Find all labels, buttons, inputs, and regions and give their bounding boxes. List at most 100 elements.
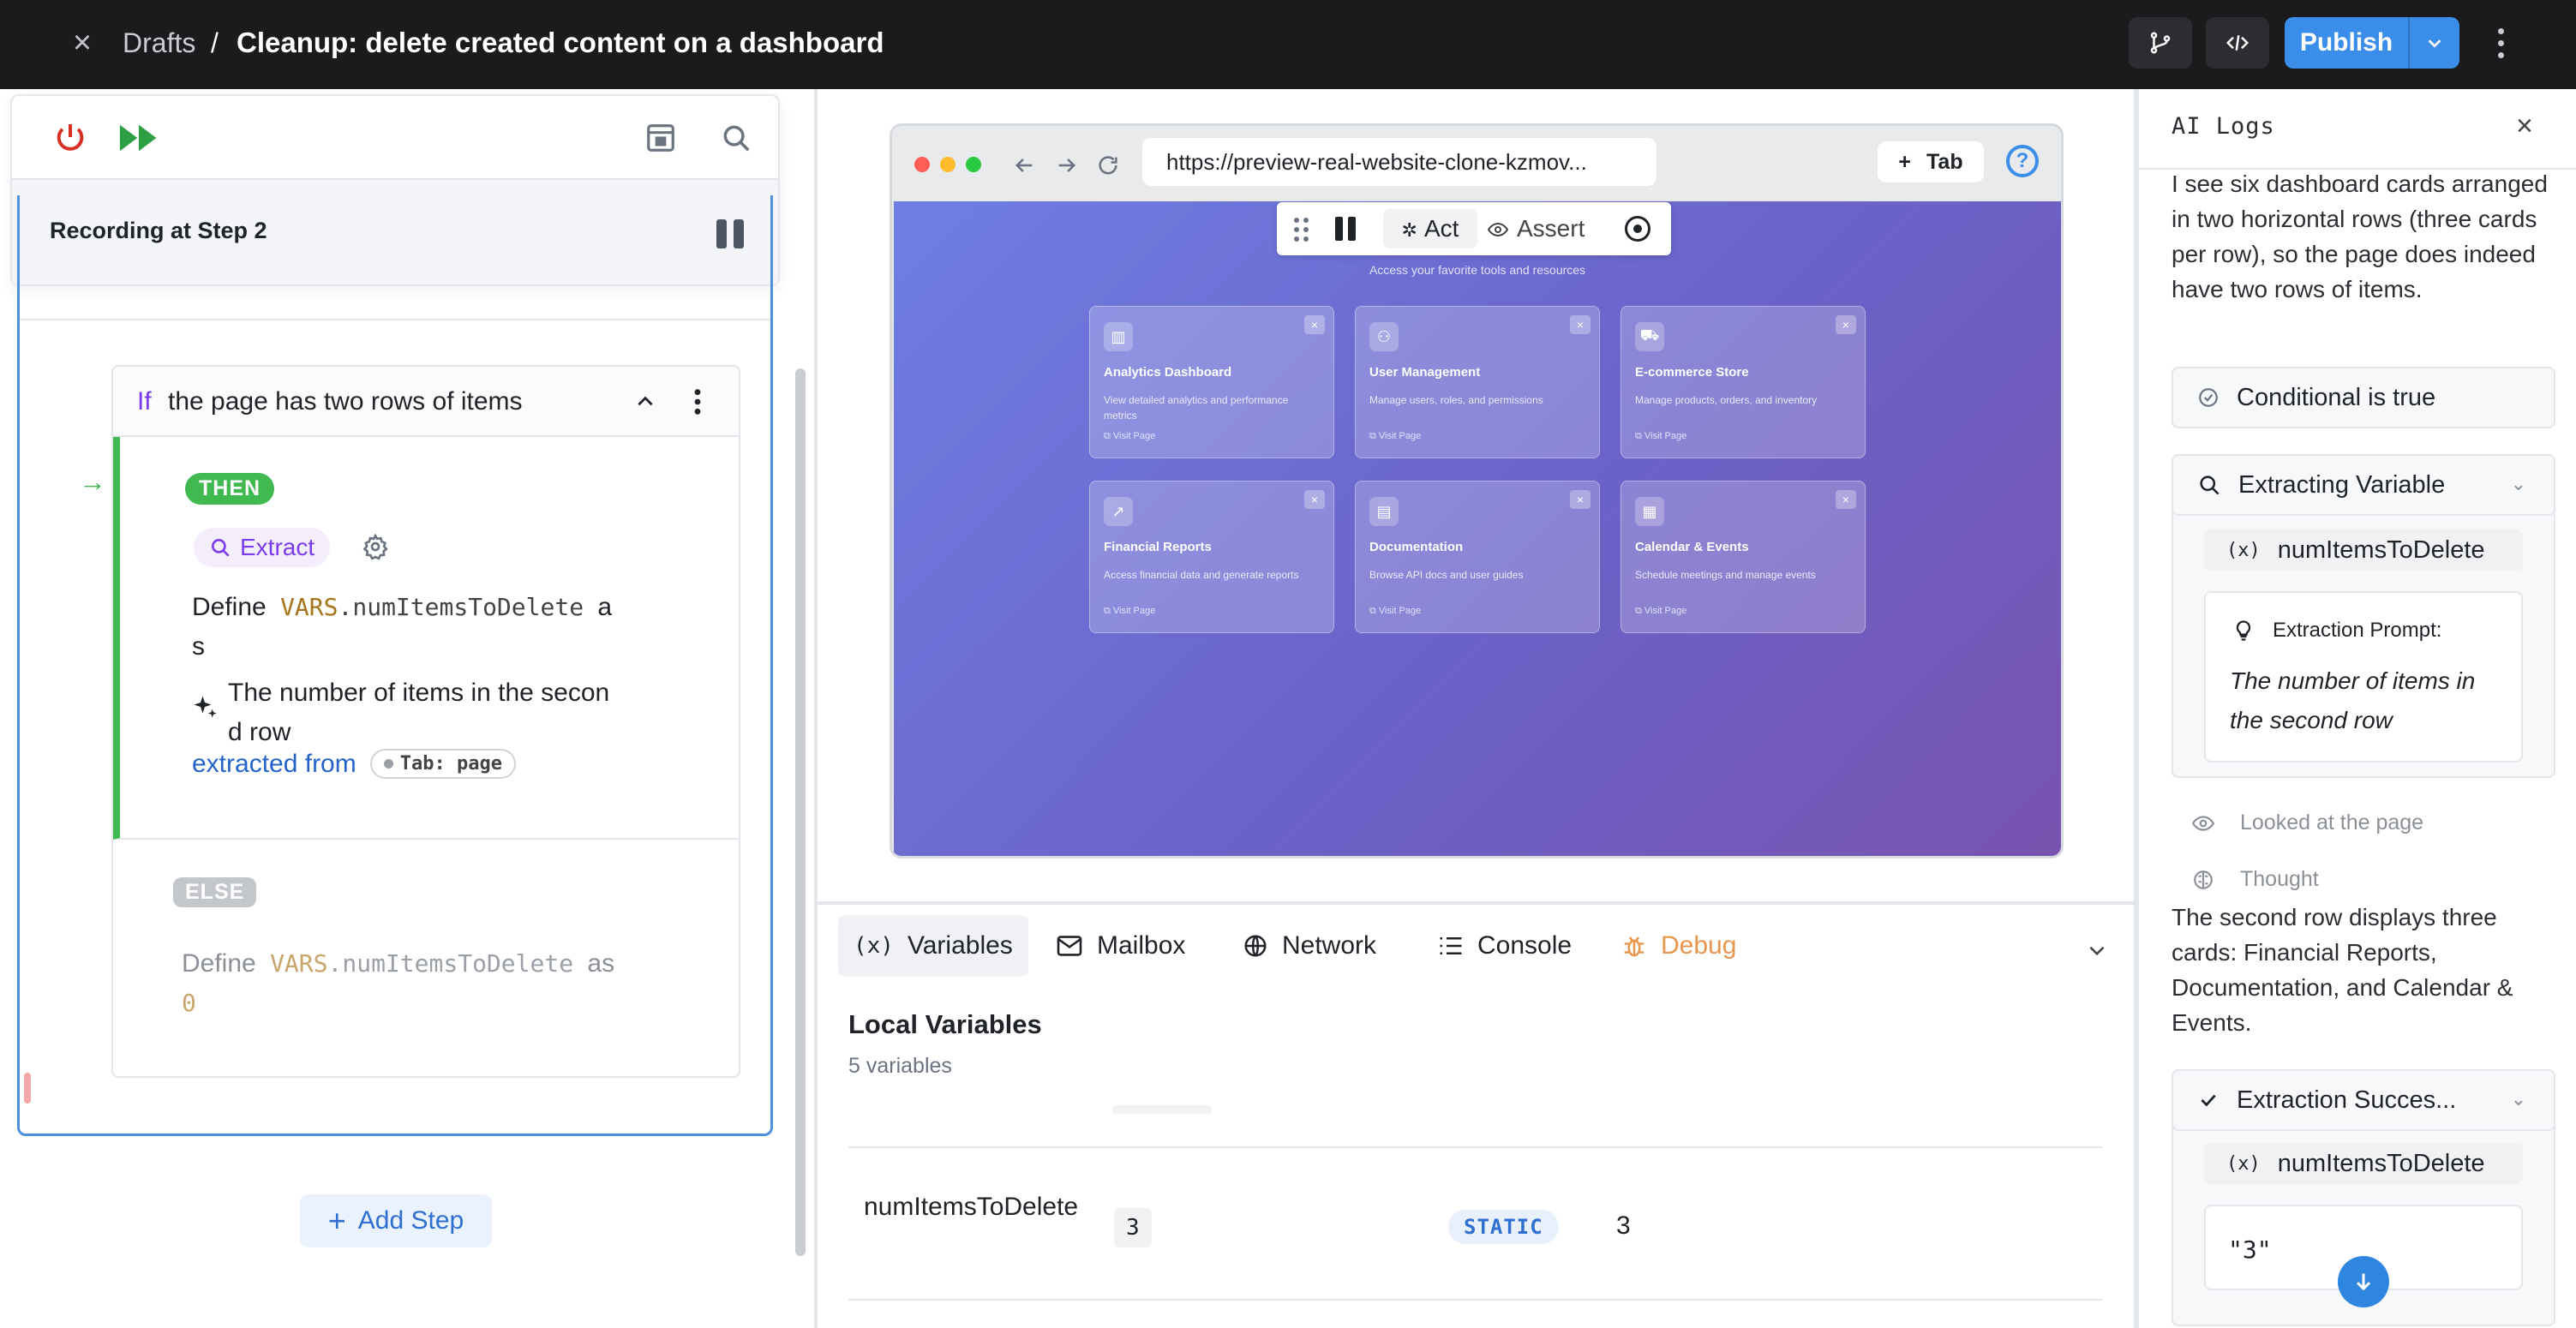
pause-icon[interactable] [1335, 217, 1356, 241]
ai-log-extracting[interactable]: Extracting Variable ⌄ [2172, 454, 2555, 516]
card-visit-link[interactable]: ⧉ Visit Page [1635, 606, 1686, 617]
window-maximize-dot[interactable] [966, 157, 981, 172]
new-tab-button[interactable]: + Tab [1878, 141, 1984, 182]
left-scrollbar[interactable] [795, 368, 806, 1256]
chevron-up-icon[interactable] [634, 391, 656, 413]
more-vertical-icon[interactable] [692, 387, 703, 416]
card-close-icon[interactable]: × [1304, 315, 1325, 334]
code-icon [2226, 35, 2250, 51]
card-close-icon[interactable]: × [1836, 490, 1856, 509]
card-visit-link[interactable]: ⧉ Visit Page [1369, 606, 1421, 617]
extract-action-pill[interactable]: Extract [194, 528, 331, 567]
url-bar[interactable]: https://preview-real-website-clone-kzmov… [1142, 138, 1656, 186]
add-step-button[interactable]: + Add Step [300, 1194, 492, 1247]
error-marker [24, 1073, 31, 1104]
tab-debug[interactable]: Debug [1606, 915, 1752, 977]
close-icon[interactable]: × [2516, 110, 2533, 143]
ai-log-success[interactable]: Extraction Succes... ⌄ [2172, 1069, 2555, 1131]
scroll-down-button[interactable] [2338, 1256, 2389, 1307]
ai-log-result-variable: (x) numItemsToDelete [2204, 1143, 2523, 1184]
gear-icon[interactable] [362, 533, 389, 560]
list-icon [1440, 937, 1462, 954]
cart-icon: ⛟ [1635, 322, 1664, 351]
if-block-header[interactable]: If the page has two rows of items [113, 367, 739, 437]
variable-row-name[interactable]: numItemsToDelete [864, 1187, 1087, 1227]
extracted-from-row: extracted from Tab: page [192, 749, 516, 779]
plus-icon: + [327, 1203, 346, 1238]
chevron-down-icon[interactable] [2086, 939, 2108, 961]
publish-button-group: Publish [2285, 17, 2459, 69]
ai-log-thought-text: The second row displays three cards: Fin… [2172, 904, 2513, 1036]
search-icon [212, 539, 230, 557]
search-icon[interactable] [720, 122, 752, 154]
code-button[interactable] [2206, 17, 2269, 69]
else-branch[interactable]: ELSE Define VARS.numItemsToDelete as 0 [113, 841, 739, 1076]
page-title: Cleanup: delete created content on a das… [237, 27, 884, 58]
breadcrumb-drafts[interactable]: Drafts [123, 24, 195, 62]
local-variables-title: Local Variables [848, 1009, 1042, 1039]
card-visit-label: Visit Page [1644, 431, 1687, 441]
window-close-dot[interactable] [914, 157, 930, 172]
card-close-icon[interactable]: × [1836, 315, 1856, 334]
ai-log-conditional[interactable]: Conditional is true [2172, 367, 2555, 428]
tab-mailbox[interactable]: Mailbox [1040, 915, 1201, 977]
forward-icon[interactable] [1055, 153, 1079, 177]
chevron-down-icon[interactable]: ⌄ [2511, 1088, 2526, 1110]
else-value[interactable]: 0 [182, 989, 196, 1017]
tab-console[interactable]: Console [1423, 915, 1587, 977]
extraction-prompt[interactable]: The number of items in the secon d row [192, 673, 655, 752]
external-link-icon: ⧉ [1369, 431, 1379, 441]
dashboard-card[interactable]: ⚇ × User Management Manage users, roles, an… [1355, 306, 1600, 458]
fast-forward-icon[interactable] [118, 123, 159, 153]
left-panel-divider[interactable] [814, 89, 818, 1328]
back-icon[interactable] [1012, 153, 1036, 177]
act-mode-button[interactable]: ✲ Act [1383, 209, 1477, 248]
card-close-icon[interactable]: × [1304, 490, 1325, 509]
card-title: Documentation [1369, 540, 1464, 554]
drag-handle-icon[interactable] [1294, 218, 1309, 242]
extracted-from-link[interactable]: extracted from [192, 750, 356, 779]
card-close-icon[interactable]: × [1570, 490, 1591, 509]
assert-mode-button[interactable]: Assert [1487, 209, 1585, 248]
tab-variables[interactable]: (x) Variables [838, 915, 1028, 977]
dashboard-card[interactable]: ⛟ × E-commerce Store Manage products, order… [1620, 306, 1866, 458]
then-branch[interactable]: THEN Extract Define VARS.numItemsToDelet… [113, 437, 739, 840]
if-condition[interactable]: the page has two rows of items [168, 387, 523, 416]
card-visit-link[interactable]: ⧉ Visit Page [1104, 606, 1155, 617]
reload-icon[interactable] [1096, 153, 1120, 177]
browser-window-icon[interactable] [644, 122, 677, 154]
else-variable-name[interactable]: .numItemsToDelete [328, 949, 574, 978]
close-icon[interactable]: × [65, 26, 99, 60]
card-close-icon[interactable]: × [1570, 315, 1591, 334]
dashboard-card[interactable]: ▤ × Documentation Browse API docs and user … [1355, 481, 1600, 633]
chevron-down-icon[interactable]: ⌄ [2511, 473, 2526, 495]
card-visit-link[interactable]: ⧉ Visit Page [1635, 431, 1686, 442]
tab-source-tag[interactable]: Tab: page [369, 749, 516, 779]
card-visit-link[interactable]: ⧉ Visit Page [1104, 431, 1155, 442]
card-visit-link[interactable]: ⧉ Visit Page [1369, 431, 1421, 442]
external-link-icon: ⧉ [1104, 431, 1113, 441]
help-icon[interactable]: ? [2006, 145, 2039, 177]
ai-log-variable: (x) numItemsToDelete [2204, 529, 2523, 571]
power-icon[interactable] [53, 120, 87, 154]
publish-dropdown-button[interactable] [2408, 17, 2459, 69]
publish-button[interactable]: Publish [2285, 17, 2408, 69]
variable-row-value[interactable]: 3 [1114, 1208, 1152, 1247]
define-as-keyword-wrap: s [192, 632, 205, 661]
assert-label: Assert [1517, 215, 1585, 242]
if-block[interactable]: If the page has two rows of items THEN E… [111, 365, 740, 1078]
target-icon[interactable] [1625, 216, 1650, 242]
current-step-arrow-icon: → [79, 466, 106, 497]
card-title: Analytics Dashboard [1104, 365, 1232, 380]
tab-button-label: Tab [1926, 150, 1963, 174]
else-define-keyword: Define [182, 949, 256, 978]
dashboard-card[interactable]: ▦ × Calendar & Events Schedule meetings and… [1620, 481, 1866, 633]
dashboard-card[interactable]: ▥ × Analytics Dashboard View detailed analy… [1089, 306, 1334, 458]
variable-name[interactable]: .numItemsToDelete [338, 593, 584, 621]
window-minimize-dot[interactable] [940, 157, 956, 172]
dashboard-card[interactable]: ↗ × Financial Reports Access financial data… [1089, 481, 1334, 633]
branch-button[interactable] [2129, 17, 2192, 69]
tab-network[interactable]: Network [1227, 915, 1392, 977]
more-menu-icon[interactable] [2485, 22, 2516, 63]
variable-icon: (x) [2226, 1152, 2261, 1175]
